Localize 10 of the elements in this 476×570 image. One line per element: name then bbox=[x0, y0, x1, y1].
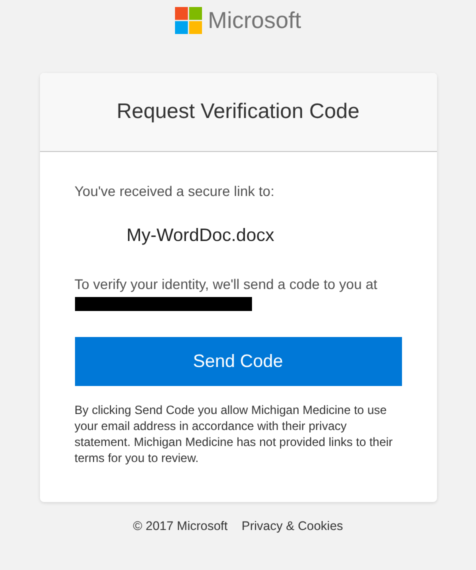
card-title: Request Verification Code bbox=[116, 100, 360, 124]
intro-text: You've received a secure link to: bbox=[74, 183, 276, 199]
disclaimer-text: By clicking Send Code you allow Michigan Medicine to use your email address in accordance with their privacy statement. Michigan Medicine has not provided links to their terms for you to review. bbox=[74, 402, 394, 466]
copyright-text: © 2017 Microsoft bbox=[132, 519, 228, 533]
send-code-button[interactable]: Send Code bbox=[74, 337, 402, 386]
file-name: My-WordDoc.docx bbox=[126, 225, 276, 246]
footer-link[interactable]: Privacy & Cookies bbox=[242, 519, 344, 533]
verify-text: To verify your identity, we'll send a code to you at bbox=[74, 276, 378, 292]
logo-text: Microsoft bbox=[208, 7, 302, 34]
logo-icon bbox=[174, 7, 202, 34]
